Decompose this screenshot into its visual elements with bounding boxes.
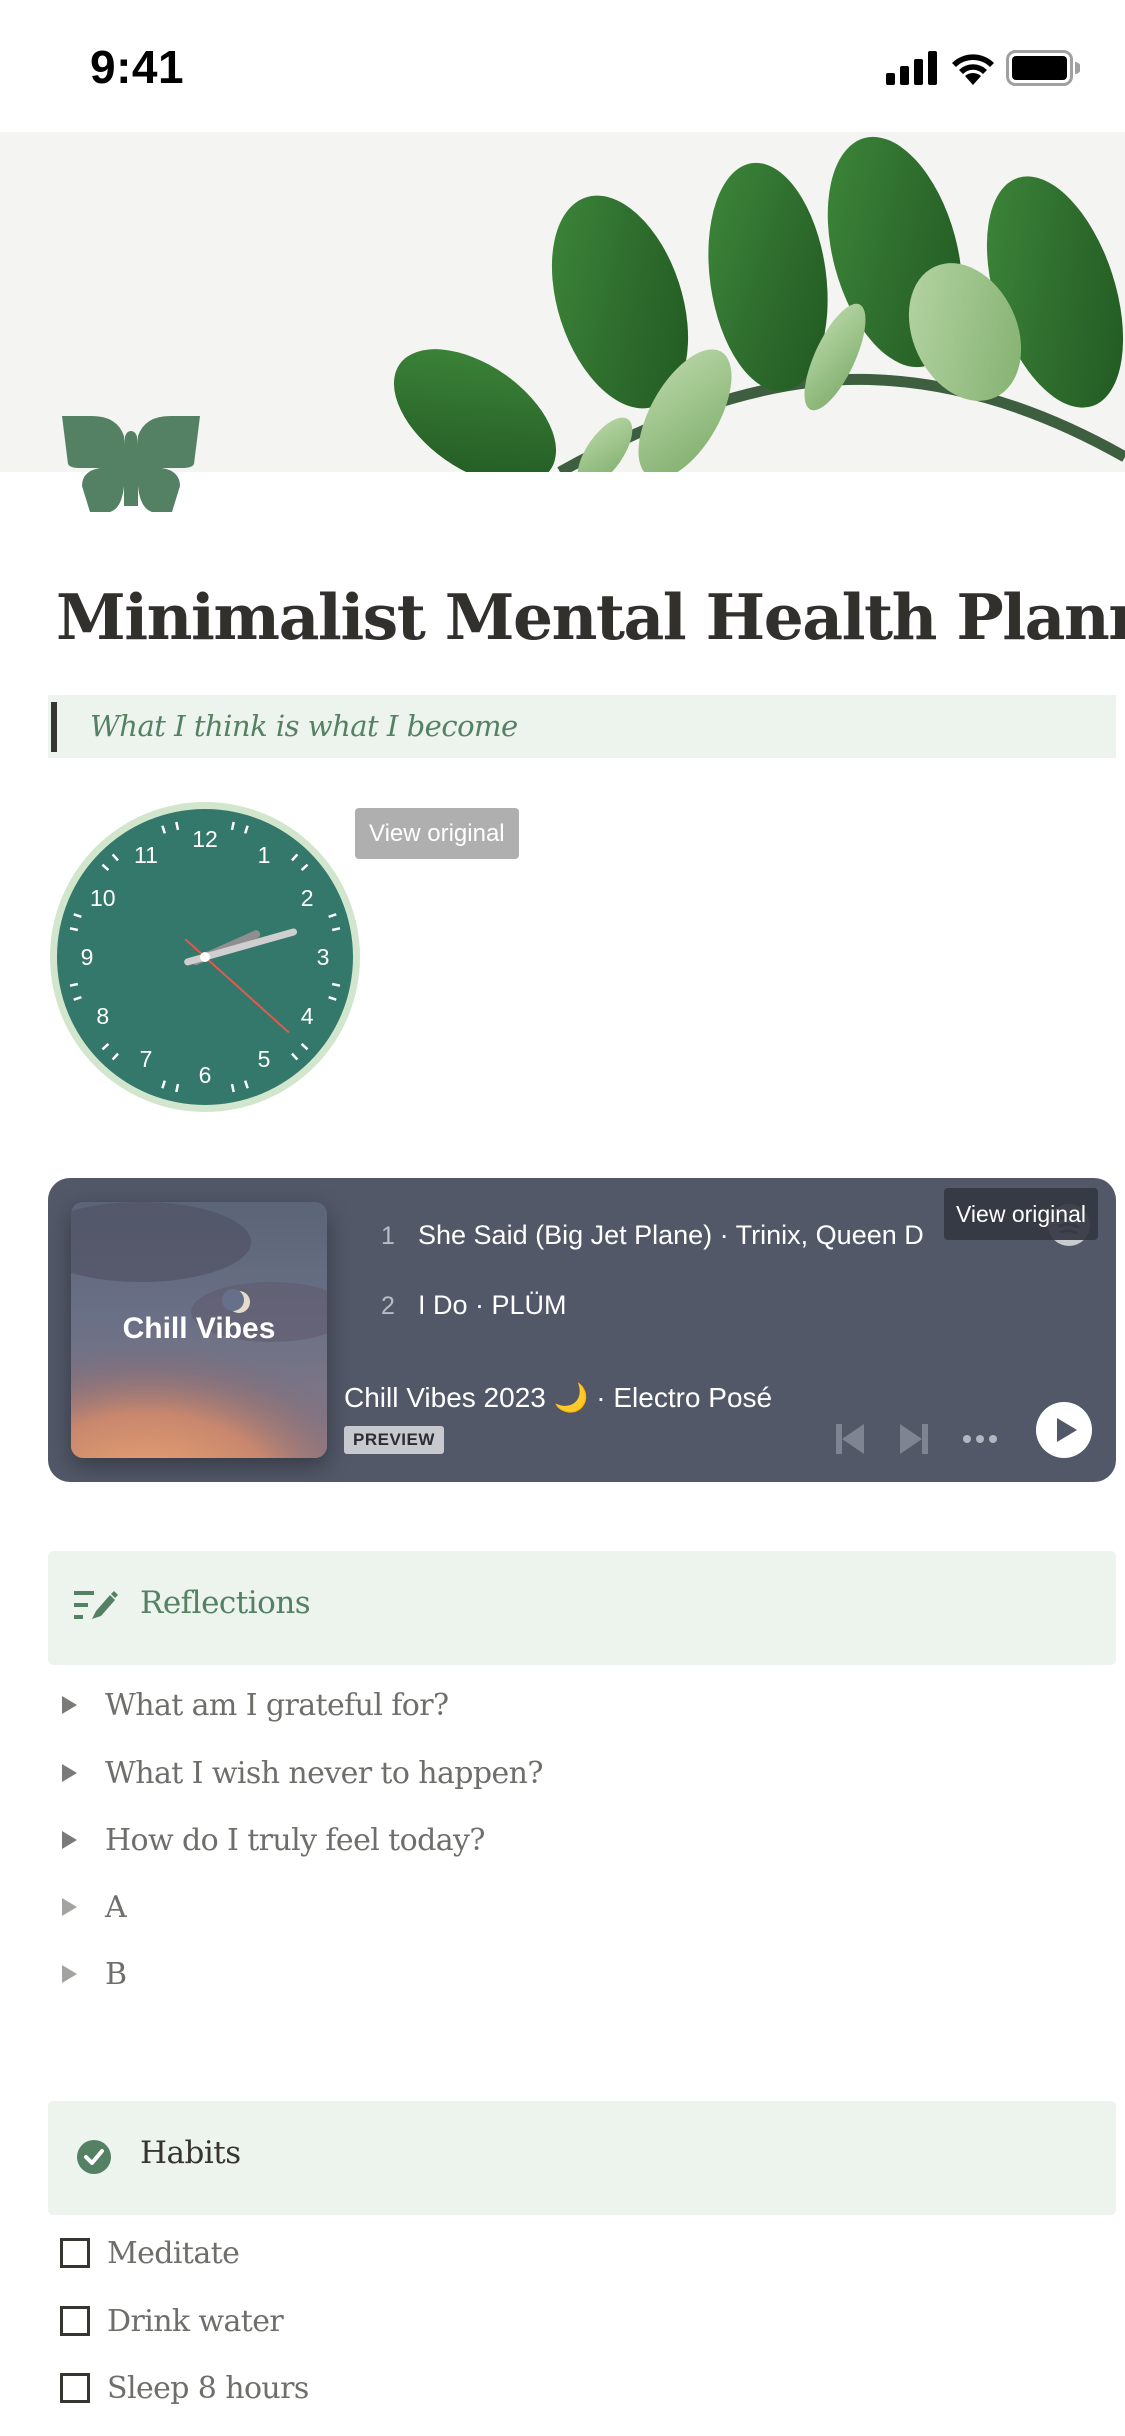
playlist-name[interactable]: Chill Vibes 2023 🌙 · Electro Posé (344, 1381, 772, 1414)
todo-label: Meditate (107, 2235, 240, 2271)
toggle-arrow-icon[interactable] (62, 1831, 77, 1849)
clock-tick (331, 927, 341, 932)
habits-heading: Habits (140, 2135, 241, 2171)
clock-tick (69, 927, 79, 932)
toggle-arrow-icon[interactable] (62, 1898, 77, 1916)
next-track-icon[interactable] (900, 1424, 928, 1454)
clock-tick (230, 1083, 235, 1093)
checkbox[interactable] (60, 2306, 90, 2336)
todo-label: Drink water (107, 2303, 284, 2339)
view-original-button[interactable]: View original (355, 808, 519, 859)
quote-bar (51, 702, 57, 752)
toggle-label: How do I truly feel today? (105, 1822, 485, 1858)
track-row[interactable]: 2 I Do · PLÜM (368, 1290, 567, 1321)
clock-number: 8 (96, 1003, 109, 1029)
toggle-item[interactable]: What I wish never to happen? (62, 1748, 543, 1798)
quote-text: What I think is what I become (90, 709, 518, 743)
album-title: Chill Vibes (122, 1312, 276, 1345)
track-title: I Do · PLÜM (418, 1290, 567, 1320)
todo-item[interactable]: Sleep 8 hours (60, 2363, 309, 2413)
track-number: 1 (381, 1222, 395, 1250)
habits-callout: Habits (48, 2101, 1116, 2215)
clock-number: 10 (90, 885, 116, 911)
checkbox[interactable] (60, 2373, 90, 2403)
clock-tick (175, 821, 180, 831)
play-icon (1057, 1418, 1077, 1442)
toggle-item[interactable]: What am I grateful for? (62, 1680, 449, 1730)
clock-center-pin (200, 952, 210, 962)
clock-tick (69, 982, 79, 987)
more-options-icon[interactable] (962, 1434, 998, 1444)
clock-number: 5 (258, 1046, 271, 1072)
clock-number: 4 (301, 1003, 314, 1029)
clock-tick (331, 982, 341, 987)
clock-number: 6 (199, 1062, 212, 1088)
toggle-label: A (105, 1889, 127, 1925)
clock-widget[interactable]: 121234567891011 (48, 800, 362, 1114)
clock-number: 7 (140, 1046, 153, 1072)
quote-block: What I think is what I become (48, 695, 1116, 758)
album-art[interactable]: Chill Vibes (71, 1202, 327, 1458)
clock-number: 9 (81, 944, 94, 970)
toggle-item[interactable]: B (62, 1949, 127, 1999)
toggle-arrow-icon[interactable] (62, 1764, 77, 1782)
status-icons (886, 50, 1080, 86)
toggle-arrow-icon[interactable] (62, 1696, 77, 1714)
page-title: Minimalist Mental Health Planner (56, 580, 1125, 654)
clock-number: 2 (301, 885, 314, 911)
status-bar: 9:41 (0, 0, 1125, 132)
reflections-heading: Reflections (140, 1585, 311, 1621)
edit-list-icon (74, 1591, 118, 1619)
clock-tick (230, 821, 235, 831)
previous-track-icon[interactable] (836, 1424, 864, 1454)
status-time: 9:41 (90, 41, 185, 93)
clock-number: 1 (258, 842, 271, 868)
clock-number: 3 (317, 944, 330, 970)
butterfly-icon[interactable] (62, 416, 200, 516)
todo-item[interactable]: Drink water (60, 2296, 284, 2346)
check-circle-icon (77, 2140, 111, 2174)
todo-item[interactable]: Meditate (60, 2228, 240, 2278)
checkbox[interactable] (60, 2238, 90, 2268)
toggle-label: What am I grateful for? (105, 1687, 449, 1723)
toggle-label: B (105, 1956, 127, 1992)
battery-icon (1006, 50, 1080, 86)
toggle-item[interactable]: How do I truly feel today? (62, 1815, 485, 1865)
toggle-arrow-icon[interactable] (62, 1965, 77, 1983)
toggle-item[interactable]: A (62, 1882, 127, 1932)
wifi-icon (952, 54, 994, 85)
spotify-embed[interactable]: Chill Vibes 1 She Said (Big Jet Plane) ·… (48, 1178, 1116, 1482)
reflections-callout: Reflections (48, 1551, 1116, 1665)
cellular-signal-icon (886, 51, 937, 85)
track-number: 2 (381, 1292, 395, 1320)
clock-number: 11 (134, 842, 158, 868)
clock-number: 12 (192, 826, 218, 852)
play-button[interactable] (1036, 1402, 1092, 1458)
preview-badge: PREVIEW (344, 1426, 444, 1454)
toggle-label: What I wish never to happen? (105, 1755, 543, 1791)
clock-tick (175, 1083, 180, 1093)
track-row[interactable]: 1 She Said (Big Jet Plane) · Trinix, Que… (368, 1220, 924, 1251)
todo-label: Sleep 8 hours (107, 2370, 309, 2406)
view-original-button[interactable]: View original (944, 1188, 1098, 1240)
track-title: She Said (Big Jet Plane) · Trinix, Queen… (418, 1220, 924, 1250)
